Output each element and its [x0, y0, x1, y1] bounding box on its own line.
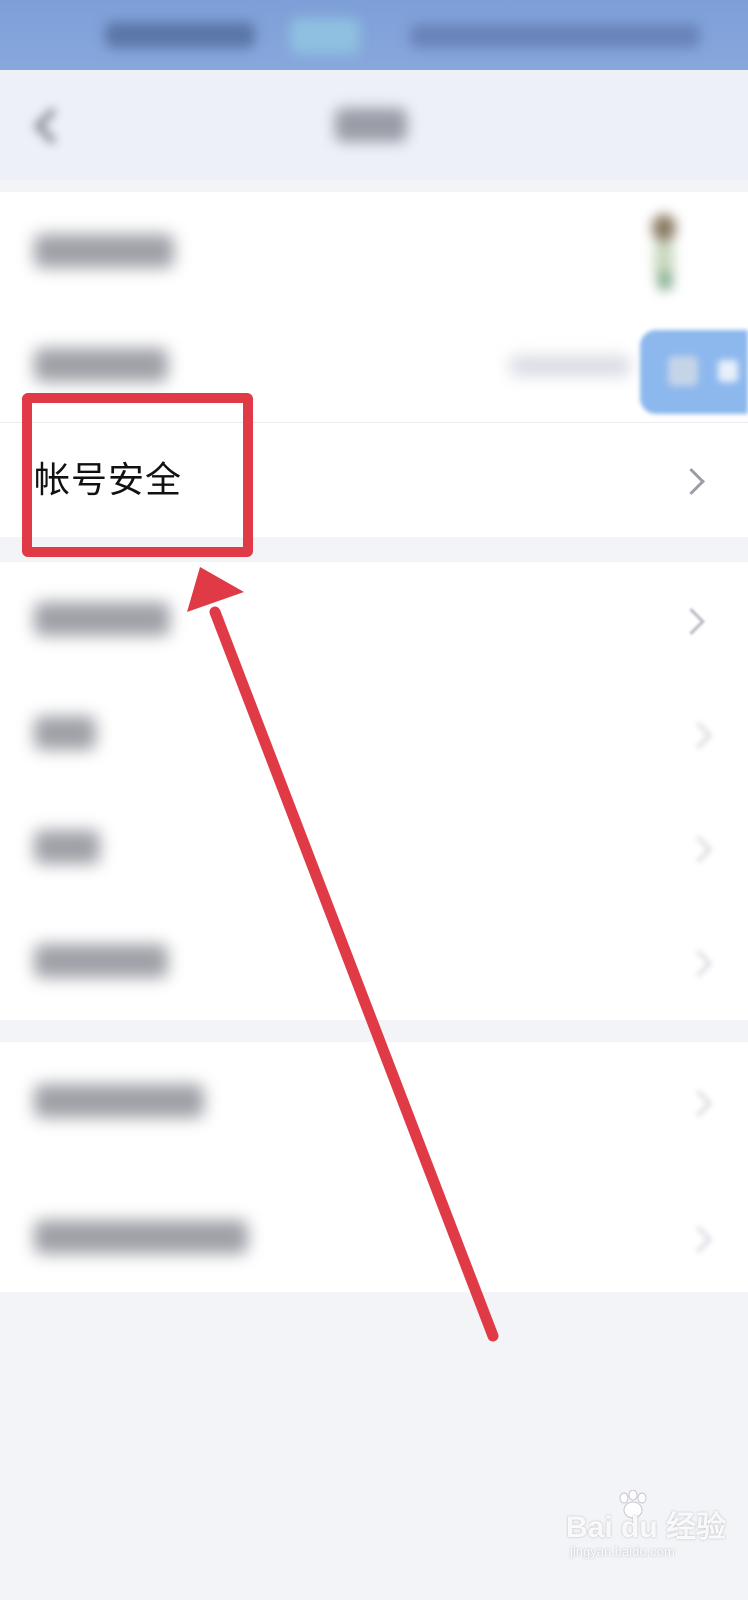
settings-row-1[interactable] [0, 192, 748, 308]
status-bar-icons-left [105, 22, 255, 48]
watermark-logo-text: Bai du 经验 [566, 1511, 727, 1544]
settings-group-general [0, 562, 748, 1020]
back-icon[interactable] [28, 106, 68, 146]
settings-row-label [34, 234, 174, 268]
settings-row-6[interactable] [0, 790, 748, 904]
status-bar-icons-right [410, 24, 700, 48]
status-bar-icons-center [290, 18, 360, 54]
settings-row-label [34, 1084, 204, 1118]
settings-row-label [34, 944, 168, 978]
floating-badge[interactable] [640, 330, 748, 414]
settings-row-5[interactable] [0, 676, 748, 790]
chevron-right-icon [685, 1226, 712, 1253]
chevron-right-icon [685, 836, 712, 863]
chevron-right-icon [678, 608, 705, 635]
chevron-right-icon [685, 950, 712, 977]
chevron-right-icon [685, 722, 712, 749]
settings-group-misc [0, 1042, 748, 1292]
settings-row-value [510, 356, 630, 376]
account-security-label: 帐号安全 [34, 460, 183, 501]
settings-row-2[interactable] [0, 308, 748, 422]
nav-bar [0, 70, 748, 180]
settings-row-8[interactable] [0, 1042, 748, 1160]
settings-row-label [34, 348, 168, 382]
settings-row-9[interactable] [0, 1182, 748, 1292]
settings-row-label [34, 716, 96, 750]
settings-row-label [34, 1220, 248, 1254]
settings-row-7[interactable] [0, 904, 748, 1018]
avatar [636, 212, 690, 292]
status-bar [0, 0, 748, 70]
watermark: Bai du 经验 jingyan.baidu.com [566, 1488, 736, 1568]
settings-row-label [34, 830, 100, 864]
settings-row-4[interactable] [0, 562, 748, 676]
settings-row-label [34, 602, 170, 636]
watermark-url: jingyan.baidu.com [570, 1544, 675, 1559]
chevron-right-icon [685, 1090, 712, 1117]
page-title [335, 108, 407, 142]
